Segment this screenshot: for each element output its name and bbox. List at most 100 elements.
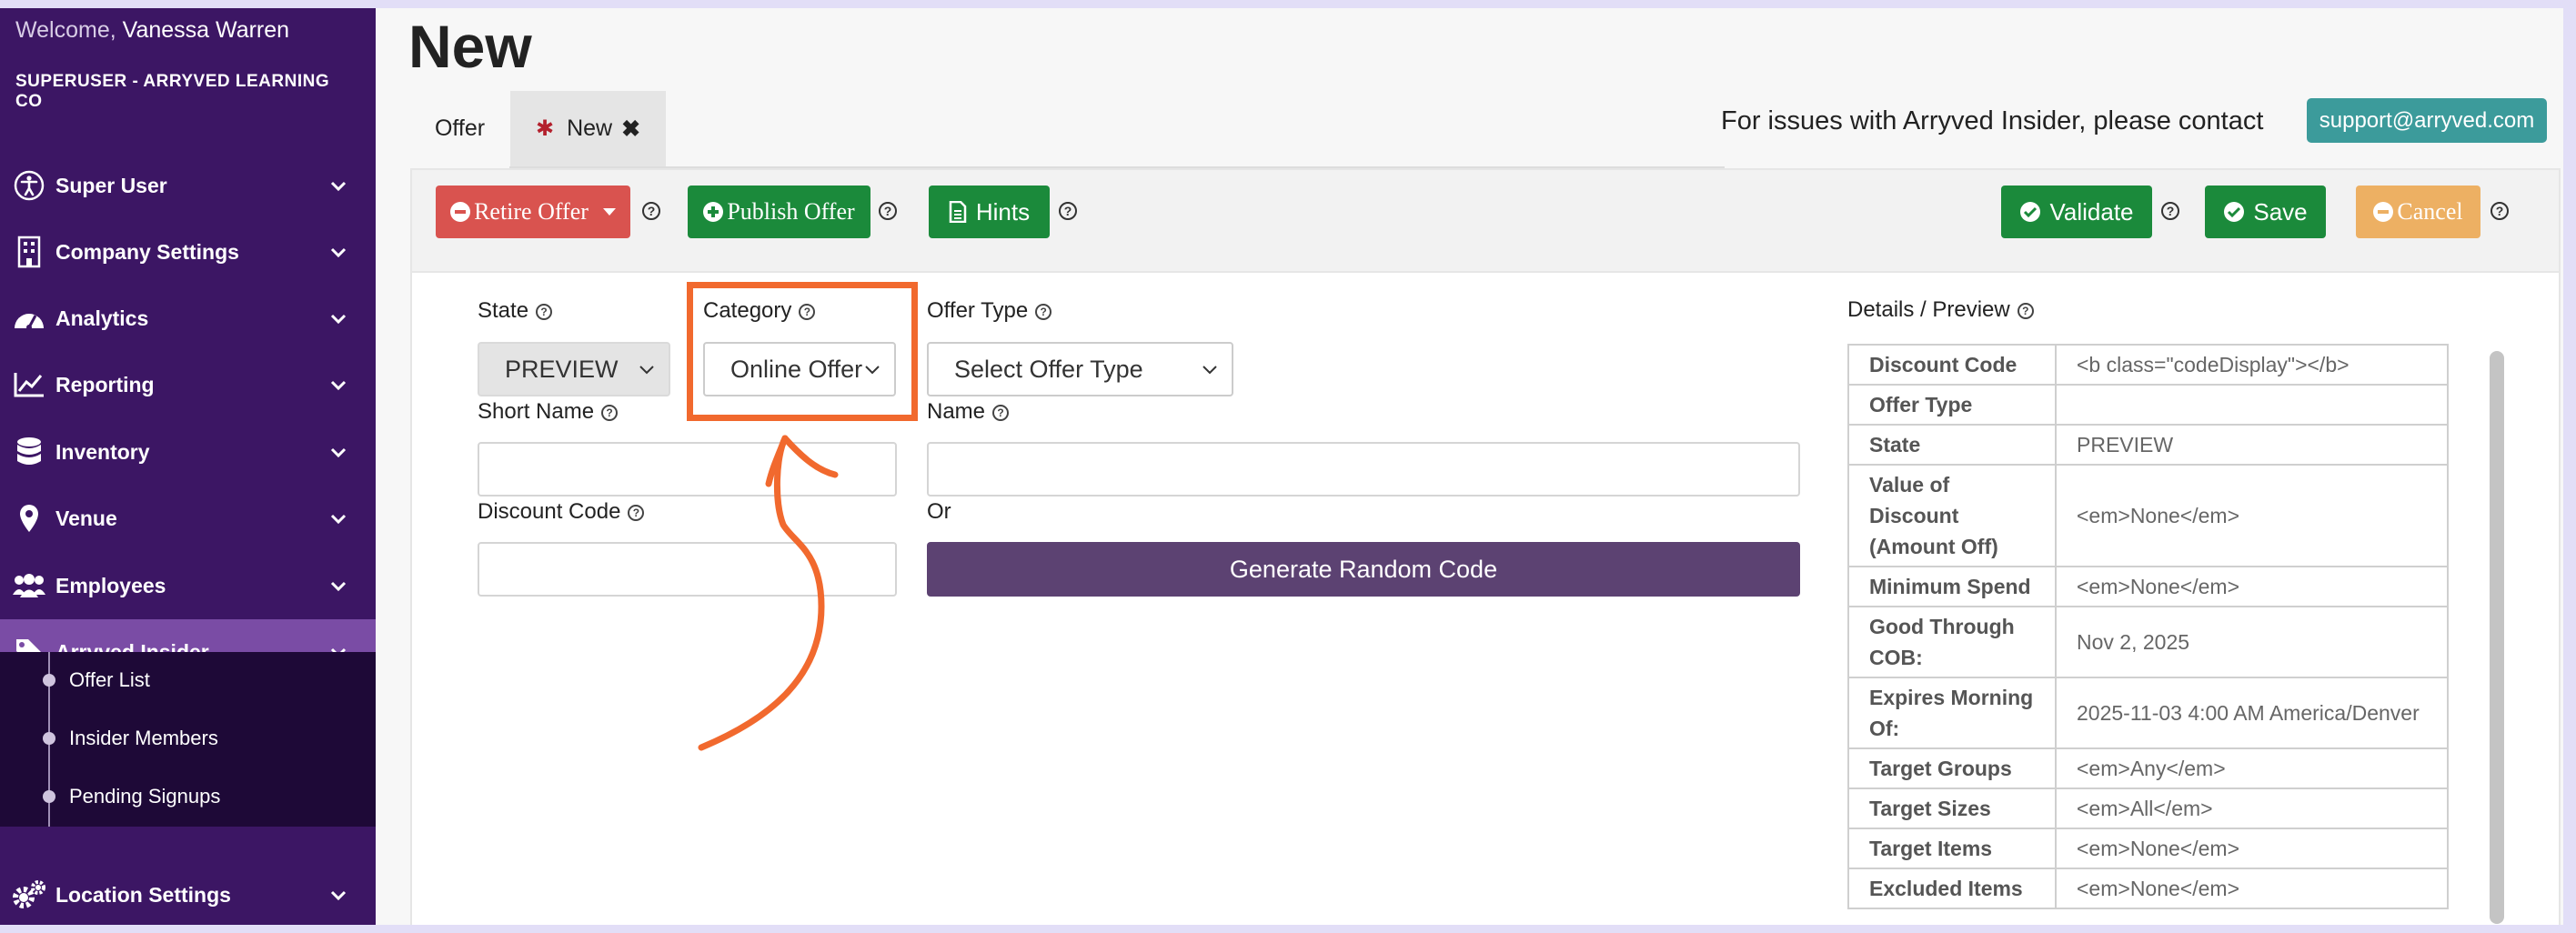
users-icon — [11, 567, 47, 604]
sidebar-item-label: Inventory — [55, 439, 150, 464]
sidebar-item-venue[interactable]: Venue — [0, 486, 376, 551]
button-label: Retire Offer — [474, 198, 589, 225]
offer-editor-panel: Retire Offer ? Publish Offer ? Hints ? V… — [410, 168, 2561, 925]
row-key: Excluded Items — [1847, 868, 2057, 909]
retire-offer-button[interactable]: Retire Offer — [436, 186, 630, 238]
sidebar-item-location-settings[interactable]: Location Settings — [0, 862, 376, 925]
bullet-dot — [43, 790, 55, 803]
row-key: Value of Discount (Amount Off) — [1847, 464, 2057, 567]
help-icon[interactable]: ? — [601, 404, 619, 421]
dashboard-icon — [11, 300, 47, 336]
sidebar-item-company-settings[interactable]: Company Settings — [0, 219, 376, 285]
help-icon[interactable]: ? — [1059, 202, 1077, 220]
sidebar-item-employees[interactable]: Employees — [0, 553, 376, 618]
sidebar-item-label: Location Settings — [55, 882, 231, 907]
select-value: PREVIEW — [505, 355, 619, 383]
preview-scrollbar[interactable] — [2490, 351, 2504, 924]
sidebar-subitem-pending-signups[interactable]: Pending Signups — [0, 768, 376, 825]
support-email-button[interactable]: support@arryved.com — [2307, 98, 2547, 143]
hints-button[interactable]: Hints — [929, 186, 1050, 238]
subitem-label: Pending Signups — [69, 785, 221, 808]
save-button[interactable]: Save — [2205, 186, 2326, 238]
minus-circle-icon — [2373, 202, 2394, 222]
help-icon[interactable]: ? — [628, 504, 645, 521]
page-title: New — [408, 13, 532, 80]
button-label: Save — [2253, 197, 2308, 226]
or-label: Or — [927, 499, 951, 524]
label-text: Discount Code — [478, 499, 621, 524]
button-label: Cancel — [2397, 198, 2463, 225]
table-row: Discount Code <b class="codeDisplay"></b> — [1847, 344, 2449, 386]
subitem-label: Offer List — [69, 668, 150, 691]
row-value: Nov 2, 2025 — [2055, 606, 2449, 678]
support-message: For issues with Arryved Insider, please … — [1721, 106, 2264, 135]
button-label: Validate — [2049, 197, 2134, 226]
sidebar-item-super-user[interactable]: Super User — [0, 153, 376, 218]
row-value: <em>None</em> — [2055, 828, 2449, 869]
sidebar-item-analytics[interactable]: Analytics — [0, 286, 376, 351]
offer-type-label: Offer Type? — [927, 298, 1052, 324]
label-text: Short Name — [478, 399, 595, 424]
welcome-text: Welcome, Vanessa Warren — [15, 17, 289, 44]
row-value: <em>None</em> — [2055, 868, 2449, 909]
discount-code-label: Discount Code? — [478, 499, 645, 525]
tab-label: Offer — [434, 115, 486, 141]
row-value: <em>Any</em> — [2055, 747, 2449, 789]
database-icon — [11, 434, 47, 470]
row-value: <em>All</em> — [2055, 788, 2449, 829]
sidebar-item-inventory[interactable]: Inventory — [0, 419, 376, 485]
building-icon — [11, 234, 47, 270]
welcome-prefix: Welcome, — [15, 17, 116, 43]
help-icon[interactable]: ? — [2161, 202, 2179, 220]
row-value: <em>None</em> — [2055, 566, 2449, 607]
help-icon[interactable]: ? — [642, 202, 660, 220]
chevron-down-icon — [639, 366, 654, 375]
publish-offer-button[interactable]: Publish Offer — [688, 186, 870, 238]
help-icon[interactable]: ? — [992, 404, 1010, 421]
name-label: Name? — [927, 399, 1010, 425]
sidebar-subitem-offer-list[interactable]: Offer List — [0, 652, 376, 708]
check-circle-icon — [2224, 202, 2245, 222]
sidebar-subitem-insider-members[interactable]: Insider Members — [0, 710, 376, 767]
tab-new[interactable]: ✱ New ✖ — [510, 91, 666, 166]
highlight-box — [687, 282, 918, 421]
row-key: Target Items — [1847, 828, 2057, 869]
sidebar-item-label: Reporting — [55, 372, 155, 396]
chevron-down-icon — [330, 247, 347, 258]
preview-table: Discount Code <b class="codeDisplay"></b>… — [1847, 344, 2449, 909]
name-input[interactable] — [927, 442, 1800, 497]
close-icon[interactable]: ✖ — [621, 115, 640, 143]
offer-type-select[interactable]: Select Offer Type — [927, 342, 1233, 396]
validate-button[interactable]: Validate — [2001, 186, 2152, 238]
row-key: Offer Type — [1847, 384, 2057, 426]
state-select[interactable]: PREVIEW — [478, 342, 670, 396]
tab-offer[interactable]: Offer — [410, 91, 509, 166]
sidebar-item-reporting[interactable]: Reporting — [0, 352, 376, 417]
row-key: Discount Code — [1847, 344, 2057, 386]
toolbar: Retire Offer ? Publish Offer ? Hints ? V… — [412, 170, 2559, 273]
generate-random-code-button[interactable]: Generate Random Code — [927, 542, 1800, 597]
table-row: Target Sizes <em>All</em> — [1847, 788, 2449, 829]
help-icon[interactable]: ? — [879, 202, 897, 220]
help-icon[interactable]: ? — [2017, 302, 2034, 319]
check-circle-icon — [2020, 202, 2041, 222]
label-text: Details / Preview — [1847, 297, 2010, 322]
row-key: Good Through COB: — [1847, 606, 2057, 678]
sidebar-item-label: Analytics — [55, 306, 149, 330]
table-row: Target Groups <em>Any</em> — [1847, 747, 2449, 789]
table-row: Good Through COB: Nov 2, 2025 — [1847, 606, 2449, 678]
subitem-label: Insider Members — [69, 727, 218, 749]
help-icon[interactable]: ? — [536, 303, 553, 320]
cancel-button[interactable]: Cancel — [2356, 186, 2480, 238]
label-text: Offer Type — [927, 298, 1029, 323]
help-icon[interactable]: ? — [2490, 202, 2509, 220]
row-key: Target Sizes — [1847, 788, 2057, 829]
insider-submenu: Offer List Insider Members Pending Signu… — [0, 652, 376, 827]
chevron-down-icon — [330, 380, 347, 391]
map-marker-icon — [11, 500, 47, 537]
caret-down-icon — [602, 208, 616, 216]
button-label: Publish Offer — [727, 198, 855, 225]
help-icon[interactable]: ? — [1035, 303, 1052, 320]
cogs-icon — [11, 877, 47, 913]
chevron-down-icon — [330, 447, 347, 458]
